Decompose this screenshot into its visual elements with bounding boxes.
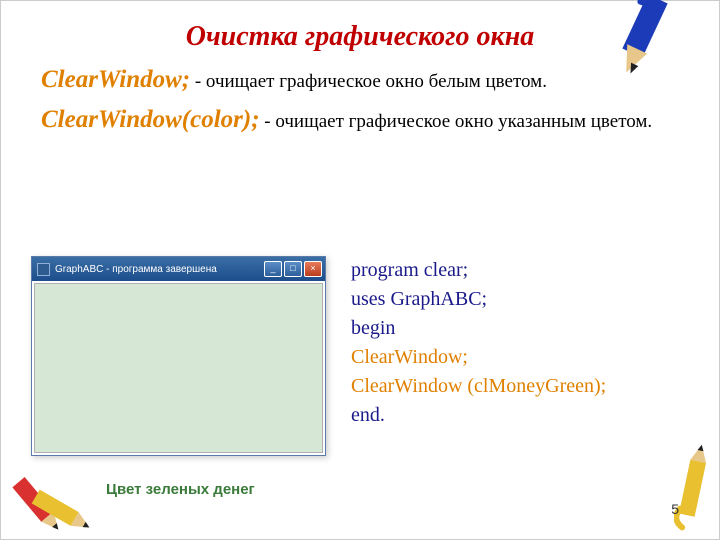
code-line: ClearWindow (clMoneyGreen); xyxy=(351,372,606,401)
code-line: uses GraphABC; xyxy=(351,285,606,314)
graphabc-window: GraphABC - программа завершена _ □ × xyxy=(31,256,326,456)
window-title: GraphABC - программа завершена xyxy=(55,264,262,275)
desc-clearwindow: - очищает графическое окно белым цветом. xyxy=(190,71,547,92)
pencils-decoration-bottom-left xyxy=(11,464,101,544)
code-line: begin xyxy=(351,314,606,343)
code-line: end. xyxy=(351,401,606,430)
minimize-button[interactable]: _ xyxy=(264,261,282,277)
desc-clearwindow-color: - очищает графическое окно указанным цве… xyxy=(260,111,653,132)
code-line: ClearWindow; xyxy=(351,343,606,372)
paragraph-clearwindow-color: ClearWindow(color); - очищает графическо… xyxy=(41,103,679,137)
cmd-clearwindow-color: ClearWindow(color); xyxy=(41,106,260,133)
close-button[interactable]: × xyxy=(304,261,322,277)
lower-row: GraphABC - программа завершена _ □ × pro… xyxy=(31,256,691,456)
app-icon xyxy=(37,263,50,276)
maximize-button[interactable]: □ xyxy=(284,261,302,277)
color-caption: Цвет зеленых денег xyxy=(106,481,255,498)
pencil-decoration-top-right xyxy=(604,0,674,91)
code-line: program clear; xyxy=(351,256,606,285)
window-titlebar: GraphABC - программа завершена _ □ × xyxy=(32,257,325,281)
pencil-decoration-bottom-right xyxy=(674,441,714,531)
paragraph-clearwindow: ClearWindow; - очищает графическое окно … xyxy=(41,63,679,97)
window-client-area xyxy=(34,283,323,453)
page-number: 5 xyxy=(671,501,679,517)
code-sample: program clear; uses GraphABC; begin Clea… xyxy=(351,256,606,456)
cmd-clearwindow: ClearWindow; xyxy=(41,66,190,93)
